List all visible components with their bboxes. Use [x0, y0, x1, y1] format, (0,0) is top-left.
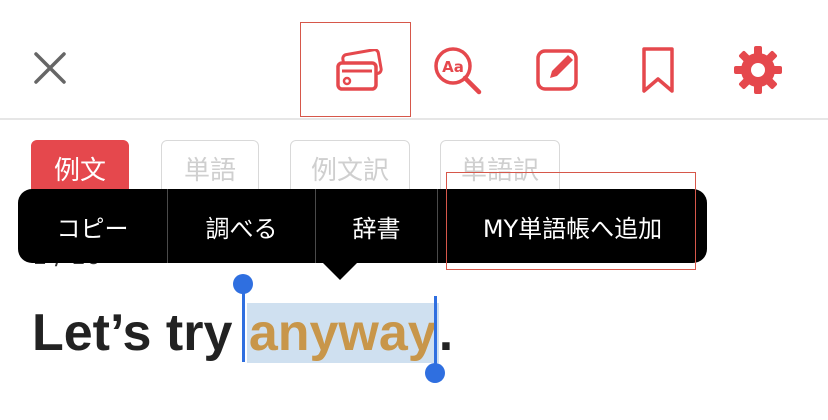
bookmark-icon: [642, 47, 674, 93]
toolbar-divider: [0, 118, 828, 120]
settings-button[interactable]: [730, 42, 786, 98]
selected-word[interactable]: anyway: [246, 303, 439, 363]
top-toolbar: Aa: [0, 0, 828, 118]
selection-start-line: [242, 292, 245, 362]
menu-pointer-arrow: [322, 262, 358, 280]
close-button[interactable]: [26, 44, 74, 92]
menu-look-up[interactable]: 調べる: [168, 189, 316, 263]
close-icon: [34, 52, 66, 84]
selection-start-handle[interactable]: [233, 274, 253, 294]
app-screen: Aa 例文 単語 例文訳 単語訳 コピー 調べる 辞書 MY単語帳へ追加 Let…: [0, 0, 828, 420]
selection-end-line: [434, 296, 437, 368]
tab-word[interactable]: 単語: [161, 140, 259, 196]
add-to-wordbook-highlight: [446, 172, 696, 270]
tab-sentence-translation[interactable]: 例文訳: [290, 140, 410, 196]
menu-dictionary[interactable]: 辞書: [316, 189, 438, 263]
tab-example-sentence[interactable]: 例文: [31, 140, 129, 196]
dictionary-search-button[interactable]: Aa: [430, 44, 486, 96]
sentence-text-after: .: [438, 304, 454, 362]
dictionary-search-icon: Aa: [434, 47, 482, 95]
selection-end-handle[interactable]: [425, 363, 445, 383]
menu-copy[interactable]: コピー: [18, 189, 168, 263]
flashcards-icon: [336, 49, 383, 91]
settings-gear-icon: [734, 46, 782, 94]
flashcards-button[interactable]: [328, 46, 388, 96]
svg-text:Aa: Aa: [442, 58, 464, 76]
edit-note-button[interactable]: [530, 44, 586, 96]
sentence-text-before: Let’s try: [32, 304, 247, 362]
bookmark-button[interactable]: [632, 44, 684, 96]
edit-note-icon: [536, 49, 578, 91]
